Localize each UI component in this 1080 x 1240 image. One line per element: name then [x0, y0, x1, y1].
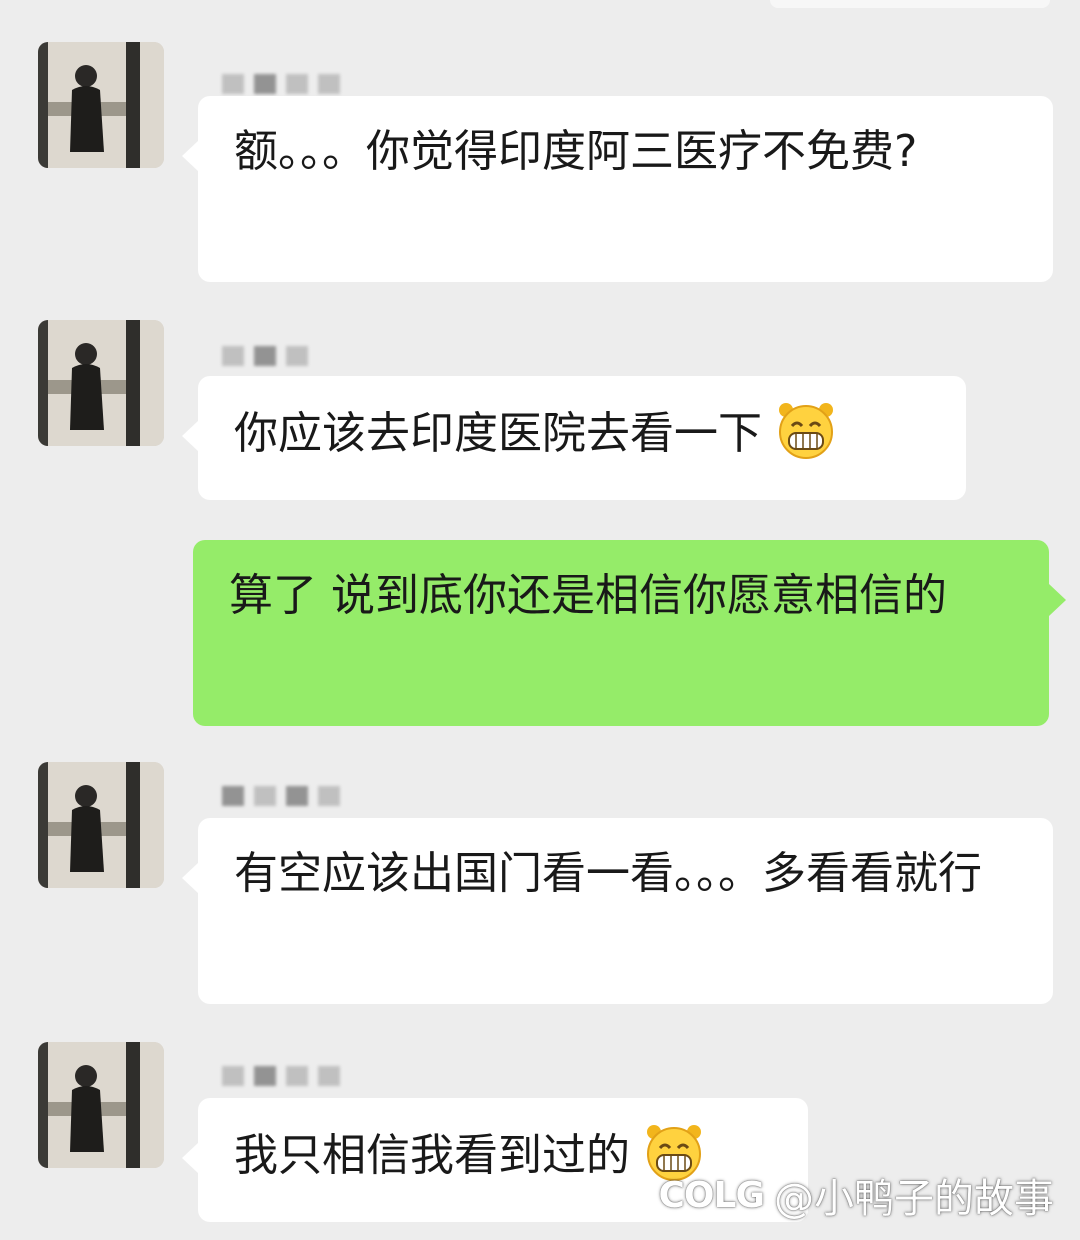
avatar[interactable]: [38, 1042, 164, 1168]
message-text: 你应该去印度医院去看一下: [234, 408, 762, 459]
message-text: 我只相信我看到过的: [234, 1130, 630, 1181]
previous-bubble-edge: [770, 0, 1050, 8]
watermark-logo: COLG: [658, 1174, 765, 1216]
sender-name-blurred: [222, 1056, 340, 1096]
message-text: 算了 说到底你还是相信你愿意相信的: [229, 570, 947, 621]
avatar-photo: [38, 42, 164, 168]
message-bubble-incoming[interactable]: 你应该去印度医院去看一下: [182, 376, 966, 500]
avatar[interactable]: [38, 42, 164, 168]
grinning-face-emoji: [779, 403, 833, 459]
sender-name-blurred: [222, 776, 340, 816]
sender-name-blurred: [222, 336, 308, 376]
watermark: COLG @小鸭子的故事: [658, 1166, 1054, 1224]
message-bubble-incoming[interactable]: 有空应该出国门看一看。。。多看看就行: [182, 818, 1053, 1004]
avatar[interactable]: [38, 762, 164, 888]
message-text: 有空应该出国门看一看。。。多看看就行: [234, 848, 982, 899]
avatar-photo: [38, 320, 164, 446]
message-text: 额。。。你觉得印度阿三医疗不免费?: [234, 126, 918, 177]
avatar-photo: [38, 1042, 164, 1168]
avatar[interactable]: [38, 320, 164, 446]
watermark-text: @小鸭子的故事: [774, 1176, 1054, 1222]
message-bubble-incoming[interactable]: 额。。。你觉得印度阿三医疗不免费?: [182, 96, 1053, 282]
message-bubble-outgoing[interactable]: 算了 说到底你还是相信你愿意相信的: [193, 540, 1066, 726]
avatar-photo: [38, 762, 164, 888]
